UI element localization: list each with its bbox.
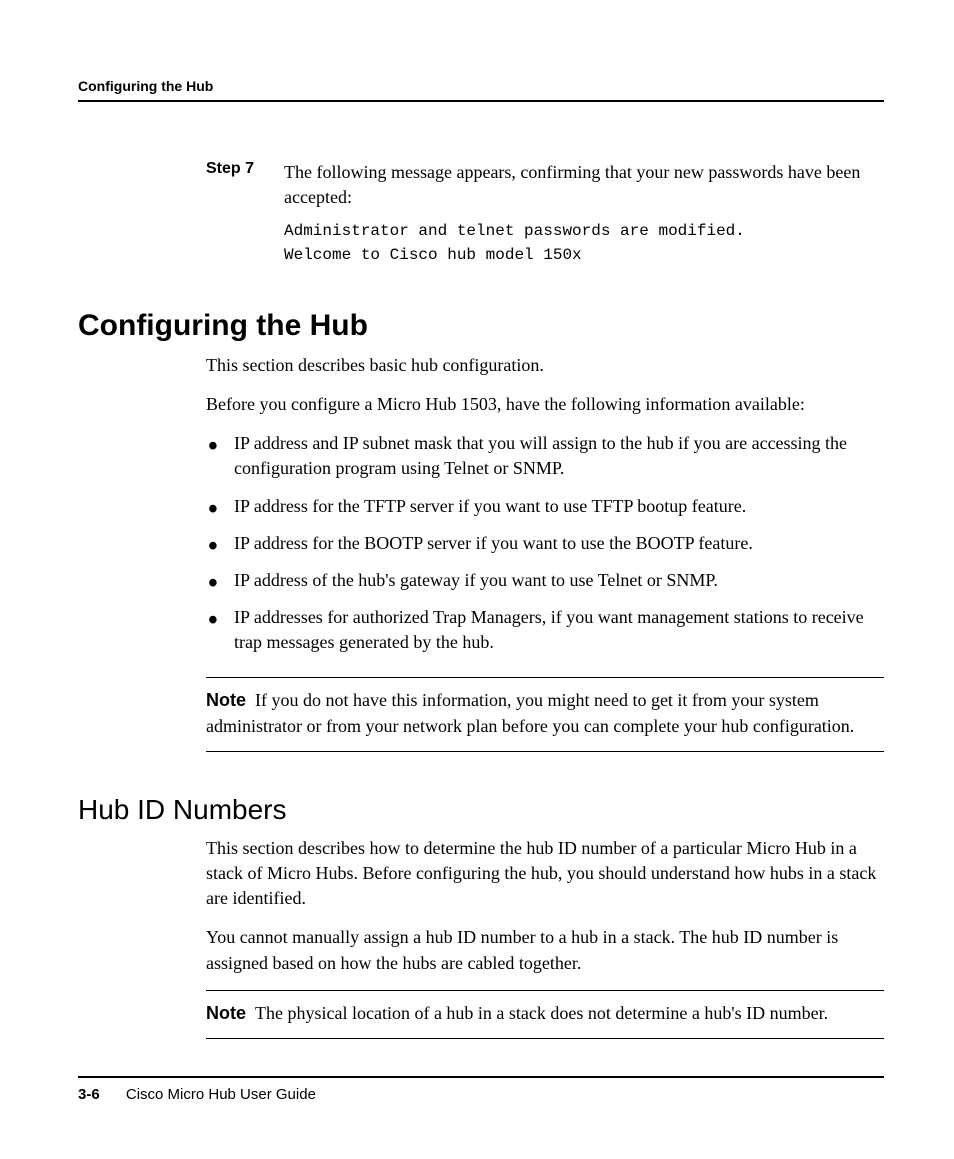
step-block: Step 7 The following message appears, co…: [206, 160, 884, 210]
bullet-item: IP address of the hub's gateway if you w…: [206, 568, 884, 593]
page-number: 3-6: [78, 1086, 100, 1103]
body-paragraph: Before you configure a Micro Hub 1503, h…: [206, 392, 884, 417]
note-block: Note The physical location of a hub in a…: [206, 990, 884, 1039]
body-paragraph: This section describes basic hub configu…: [206, 353, 884, 378]
bullet-item: IP address for the BOOTP server if you w…: [206, 531, 884, 556]
step-text: The following message appears, confirmin…: [284, 160, 884, 210]
code-block: Administrator and telnet passwords are m…: [284, 220, 884, 266]
note-text: If you do not have this information, you…: [206, 690, 854, 735]
note-block: Note If you do not have this information…: [206, 677, 884, 751]
note-label: Note: [206, 1003, 246, 1023]
bullet-item: IP address and IP subnet mask that you w…: [206, 431, 884, 481]
section-heading: Configuring the Hub: [78, 309, 884, 343]
body-paragraph: This section describes how to determine …: [206, 836, 884, 912]
step-label: Step 7: [206, 160, 284, 210]
code-line: Welcome to Cisco hub model 150x: [284, 244, 884, 267]
guide-title: Cisco Micro Hub User Guide: [126, 1086, 316, 1103]
subsection-heading: Hub ID Numbers: [78, 794, 884, 826]
page-footer: 3-6 Cisco Micro Hub User Guide: [78, 1076, 884, 1103]
bullet-item: IP address for the TFTP server if you wa…: [206, 494, 884, 519]
code-line: Administrator and telnet passwords are m…: [284, 220, 884, 243]
note-label: Note: [206, 690, 246, 710]
note-text: The physical location of a hub in a stac…: [255, 1003, 828, 1023]
body-paragraph: You cannot manually assign a hub ID numb…: [206, 925, 884, 975]
bullet-item: IP addresses for authorized Trap Manager…: [206, 605, 884, 655]
running-header: Configuring the Hub: [78, 78, 884, 102]
bullet-list: IP address and IP subnet mask that you w…: [206, 431, 884, 655]
